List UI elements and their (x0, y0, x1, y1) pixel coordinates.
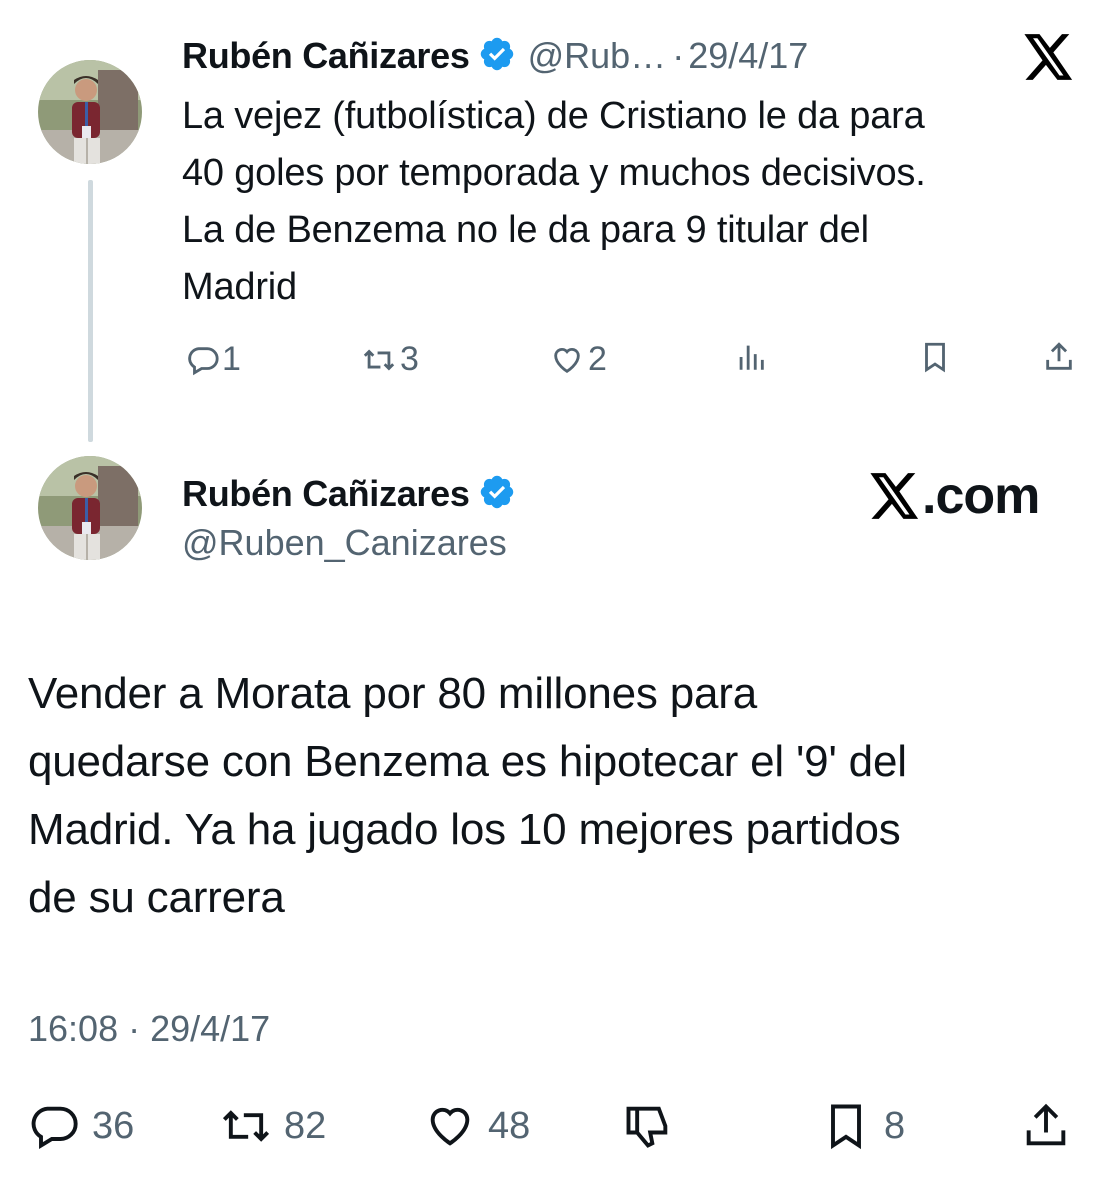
bookmark-button[interactable]: 8 (820, 1100, 905, 1152)
reply-tweet-actions: 1 3 2 (182, 340, 1082, 396)
reply-button[interactable]: 1 (186, 340, 241, 379)
share-icon (1026, 1103, 1066, 1146)
reply-icon (188, 346, 219, 375)
main-tweet-author: Rubén Cañizares (182, 468, 516, 520)
bookmark-icon (925, 342, 945, 373)
share-button[interactable] (1020, 1100, 1072, 1152)
retweet-icon (363, 348, 395, 371)
thumbs-down-icon (626, 1106, 668, 1148)
author-name[interactable]: Rubén Cañizares (182, 35, 470, 77)
bookmark-icon (831, 1104, 861, 1150)
reply-tweet-header: Rubén Cañizares @Rub… · 29/4/17 (182, 30, 808, 82)
heart-icon (430, 1107, 470, 1146)
reply-icon (31, 1106, 78, 1149)
reply-button[interactable]: 36 (28, 1100, 134, 1152)
like-count: 2 (588, 340, 607, 378)
x-com-watermark: .com (870, 466, 1040, 526)
x-logo-icon (870, 473, 919, 519)
bookmark-button[interactable] (918, 340, 952, 374)
reply-tweet-text: La vejez (futbolística) de Cristiano le … (182, 95, 926, 308)
share-button[interactable] (1042, 340, 1076, 374)
views-button[interactable] (734, 340, 768, 374)
retweet-count: 82 (284, 1104, 327, 1147)
separator-dot: · (672, 35, 685, 76)
author-handle[interactable]: @Ruben_Canizares (182, 522, 507, 564)
retweet-button[interactable]: 3 (362, 340, 419, 379)
bookmark-count: 8 (884, 1104, 906, 1147)
share-icon (1046, 342, 1072, 370)
avatar[interactable] (38, 456, 142, 560)
retweet-count: 3 (400, 340, 419, 378)
avatar[interactable] (38, 60, 142, 164)
retweet-button[interactable]: 82 (220, 1100, 326, 1152)
retweet-icon (222, 1110, 270, 1142)
author-name[interactable]: Rubén Cañizares (182, 473, 470, 515)
like-count: 48 (488, 1104, 531, 1147)
thread-line (88, 180, 93, 442)
reply-count: 36 (92, 1104, 135, 1147)
heart-icon (554, 347, 580, 373)
main-tweet-text: Vender a Morata por 80 millones para que… (28, 669, 907, 922)
dislike-button[interactable] (622, 1100, 674, 1152)
views-icon (739, 345, 764, 370)
tweet-date[interactable]: 29/4/17 (688, 35, 808, 77)
author-handle[interactable]: @Rub… (528, 35, 667, 77)
like-button[interactable]: 48 (424, 1100, 530, 1152)
reply-count: 1 (222, 340, 241, 378)
x-logo-icon[interactable] (1024, 34, 1074, 80)
main-tweet-actions: 36 82 48 8 (28, 1100, 1088, 1164)
watermark-text: .com (922, 467, 1040, 525)
verified-badge-icon (478, 473, 516, 516)
tweet-timestamp[interactable]: 16:08 · 29/4/17 (28, 1008, 270, 1050)
verified-badge-icon (478, 35, 516, 78)
like-button[interactable]: 2 (550, 340, 607, 379)
